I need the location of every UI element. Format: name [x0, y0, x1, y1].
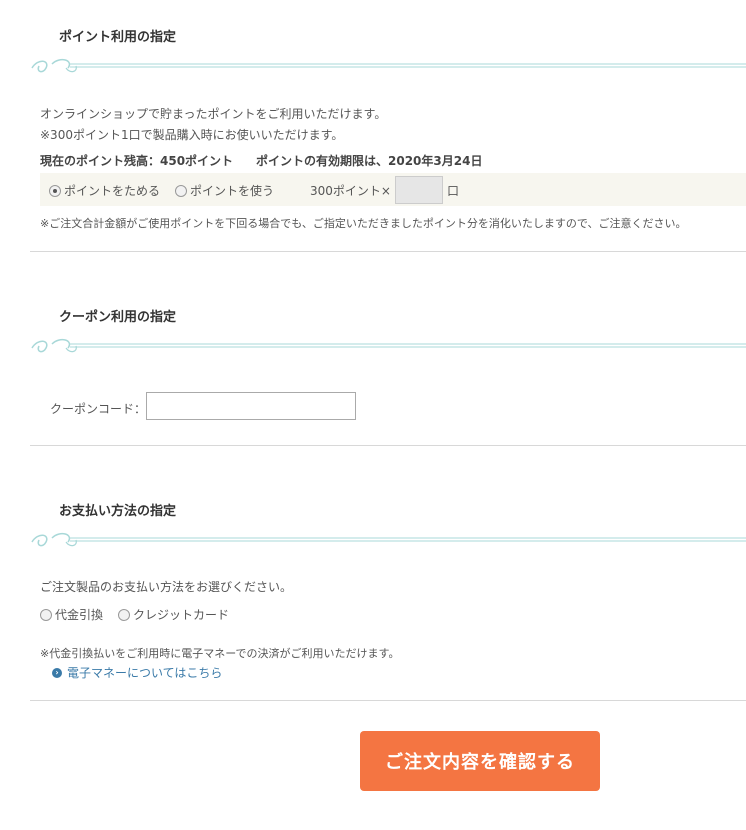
payment-prompt: ご注文製品のお支払い方法をお選びください。 — [40, 580, 293, 594]
section-divider — [30, 251, 746, 252]
points-expiry: ポイントの有効期限は、2020年3月24日 — [256, 154, 483, 168]
coupon-section-title: クーポン利用の指定 — [59, 310, 177, 325]
radio-checked-icon[interactable] — [49, 184, 61, 197]
radio-cod-label: 代金引換 — [55, 608, 104, 622]
points-unit: 口 — [447, 184, 460, 198]
radio-use-points-label: ポイントを使う — [190, 184, 275, 198]
decorative-divider-icon — [31, 338, 746, 353]
decorative-divider-icon — [31, 532, 746, 547]
points-desc-2: ※300ポイント1口で製品購入時にお使いいただけます。 — [40, 128, 344, 142]
radio-credit-card[interactable]: クレジットカード — [118, 606, 229, 623]
points-multiplier: 300ポイント× — [310, 184, 391, 198]
coupon-code-input[interactable] — [146, 392, 356, 420]
confirm-order-button[interactable]: ご注文内容を確認する — [360, 731, 600, 791]
radio-unchecked-icon[interactable] — [40, 608, 52, 621]
section-divider — [30, 445, 746, 446]
radio-save-points[interactable]: ポイントをためる — [49, 182, 160, 199]
e-money-link-label: 電子マネーについてはこちら — [67, 666, 223, 680]
payment-section-title: お支払い方法の指定 — [59, 504, 177, 519]
radio-cod[interactable]: 代金引換 — [40, 606, 103, 623]
points-section-title: ポイント利用の指定 — [59, 30, 177, 45]
arrow-circle-icon: › — [52, 667, 62, 678]
radio-unchecked-icon[interactable] — [118, 608, 130, 621]
e-money-info-link[interactable]: › 電子マネーについてはこちら — [52, 664, 222, 681]
points-desc-1: オンラインショップで貯まったポイントをご利用いただけます。 — [40, 107, 387, 121]
radio-credit-card-label: クレジットカード — [133, 608, 230, 622]
points-balance: 現在のポイント残高：450ポイント — [40, 154, 234, 168]
points-quantity-input[interactable] — [395, 176, 443, 204]
radio-save-points-label: ポイントをためる — [64, 184, 161, 198]
radio-unchecked-icon[interactable] — [175, 184, 187, 197]
decorative-divider-icon — [31, 58, 746, 73]
coupon-label: クーポンコード： — [50, 402, 147, 416]
payment-note: ※代金引換払いをご利用時に電子マネーでの決済がご利用いただけます。 — [40, 647, 400, 660]
points-note: ※ご注文合計金額がご使用ポイントを下回る場合でも、ご指定いただきましたポイント分… — [40, 217, 687, 230]
section-divider — [30, 700, 746, 701]
radio-use-points[interactable]: ポイントを使う — [175, 182, 274, 199]
